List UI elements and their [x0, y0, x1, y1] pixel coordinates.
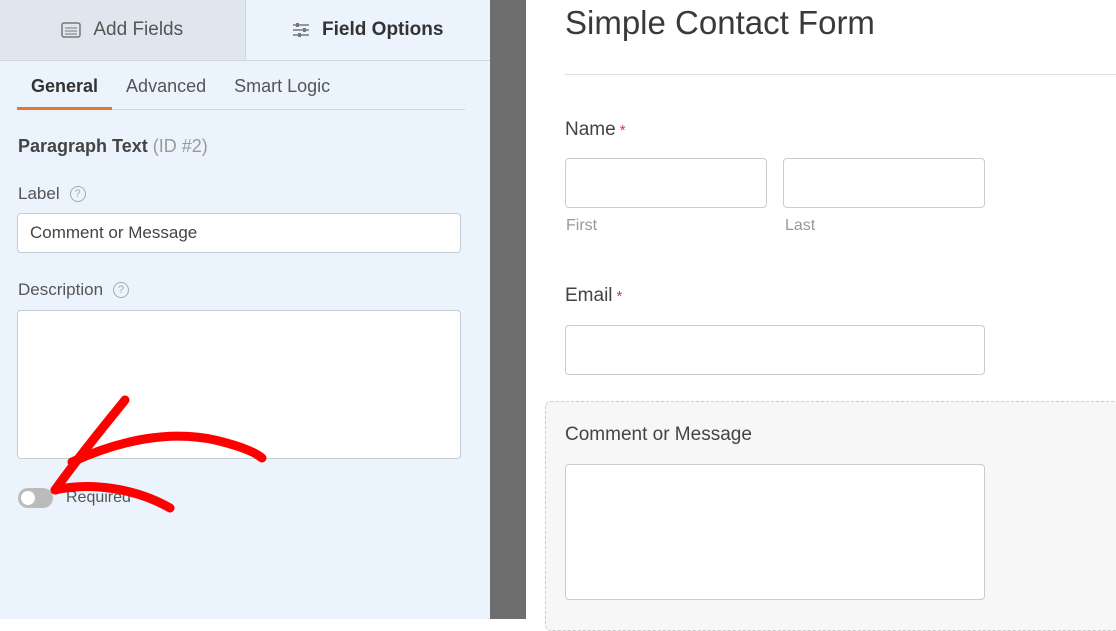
required-star: * — [616, 288, 623, 305]
email-input[interactable] — [565, 325, 985, 375]
first-name-input[interactable] — [565, 158, 767, 208]
field-options-panel: Add Fields Field Options General Advance… — [0, 0, 490, 619]
name-label-text: Name — [565, 119, 616, 140]
email-label-text: Email — [565, 285, 613, 306]
red-arrow-annotation — [50, 395, 267, 513]
form-preview: Simple Contact Form Name * First Last Ema… — [526, 0, 1116, 631]
name-label: Name * — [565, 119, 626, 141]
first-sublabel: First — [566, 217, 598, 234]
last-name-input[interactable] — [783, 158, 985, 208]
title-divider — [565, 74, 1116, 75]
message-textarea[interactable] — [565, 464, 985, 600]
last-sublabel: Last — [785, 217, 816, 234]
message-label: Comment or Message — [565, 424, 752, 445]
email-label: Email * — [565, 285, 622, 307]
required-star: * — [619, 122, 626, 139]
form-title: Simple Contact Form — [565, 4, 875, 41]
panel-divider — [490, 0, 526, 619]
